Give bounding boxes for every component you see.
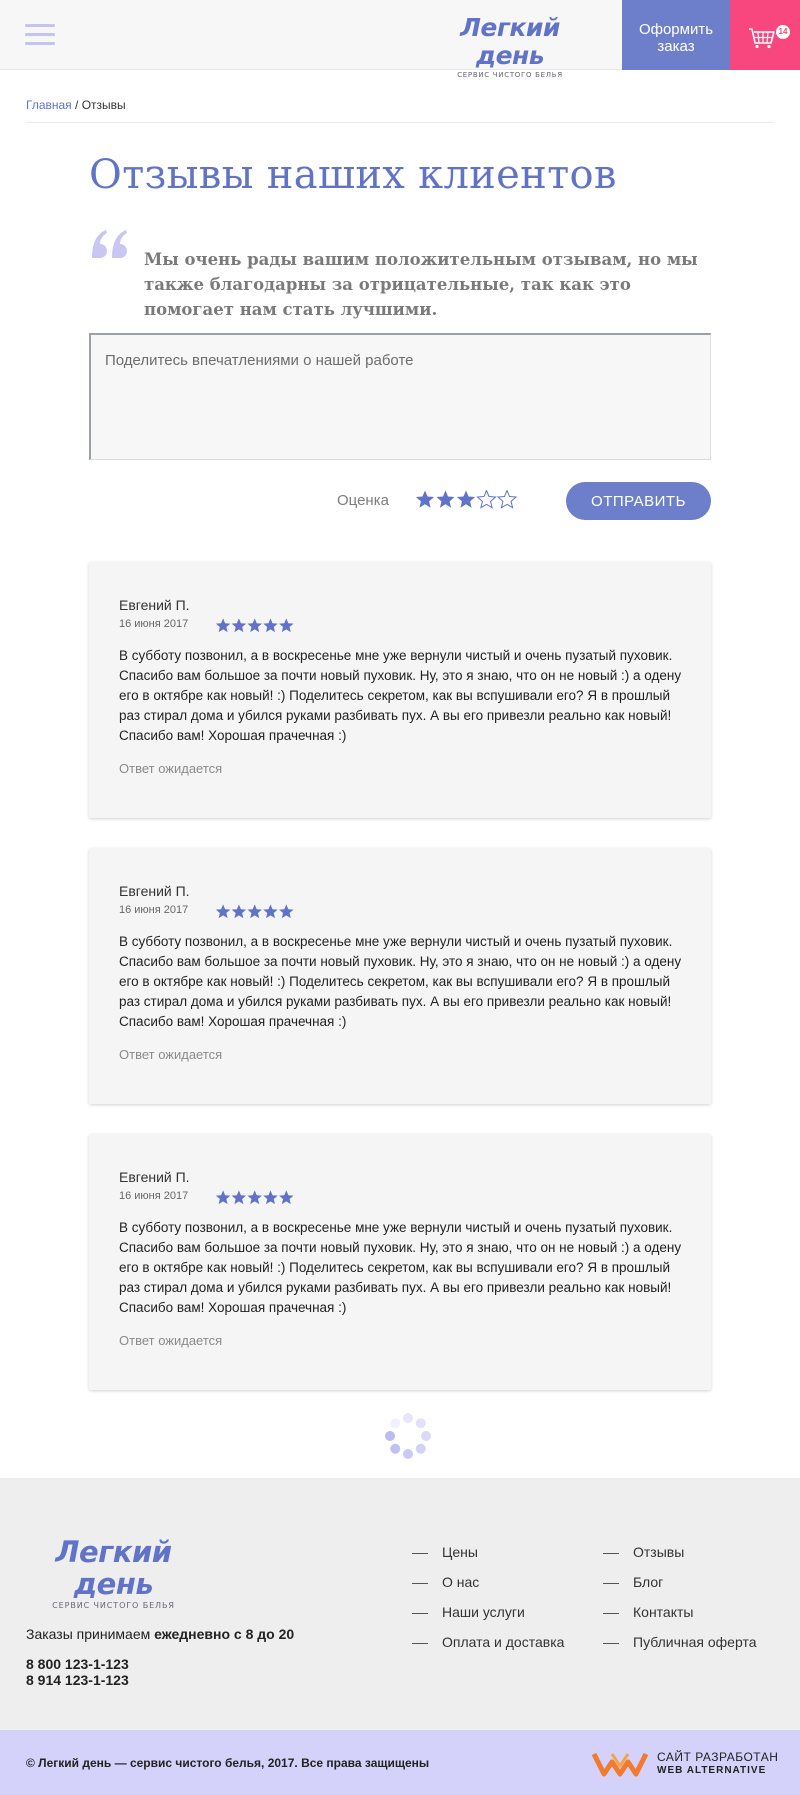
spinner-dot: [415, 1418, 426, 1429]
review-card: Евгений П. 16 июня 2017 В субботу позвон…: [89, 1134, 711, 1390]
footer-nav-col1: Цены О нас Наши услуги Оплата и доставка: [412, 1544, 564, 1664]
hamburger-icon[interactable]: [25, 24, 55, 46]
review-card: Евгений П. 16 июня 2017 В субботу позвон…: [89, 562, 711, 818]
star-filled-icon: [247, 618, 262, 633]
review-text: В субботу позвонил, а в воскресенье мне …: [119, 1220, 682, 1315]
star-filled-icon: [247, 904, 262, 919]
star-filled-icon: [215, 904, 231, 919]
logo-subtitle: СЕРВИС ЧИСТОГО БЕЛЬЯ: [457, 71, 563, 79]
footer-link-public-offer[interactable]: Публичная оферта: [603, 1634, 757, 1664]
breadcrumb-home-link[interactable]: Главная: [26, 98, 72, 112]
star-filled-icon: [231, 618, 247, 633]
phone-number[interactable]: 8 800 123-1-123: [26, 1656, 129, 1672]
submit-review-button[interactable]: ОТПРАВИТЬ: [566, 482, 711, 520]
breadcrumb-divider: [26, 122, 774, 123]
footer-link-services[interactable]: Наши услуги: [412, 1604, 564, 1634]
footer-link-payment-delivery[interactable]: Оплата и доставка: [412, 1634, 564, 1664]
review-author: Евгений П.: [119, 597, 190, 613]
star-filled-icon: [215, 618, 231, 633]
logo-title: Легкий день: [460, 13, 560, 70]
web-alternative-logo-icon[interactable]: [592, 1750, 648, 1778]
star-filled-icon: [263, 904, 278, 919]
star-filled-icon: [279, 618, 294, 633]
footer-nav-col2: Отзывы Блог Контакты Публичная оферта: [603, 1544, 757, 1664]
quote-icon: [92, 230, 127, 258]
review-textarea[interactable]: [89, 333, 711, 460]
review-rating-stars: [215, 1190, 294, 1205]
star-filled-icon: [279, 904, 294, 919]
footer-order-hours: Заказы принимаем ежедневно с 8 до 20: [26, 1626, 294, 1642]
breadcrumb-separator: /: [71, 98, 82, 112]
spinner-dot: [403, 1413, 413, 1423]
developer-credit[interactable]: САЙТ РАЗРАБОТАН WEB ALTERNATIVE: [657, 1750, 778, 1778]
spinner-dot: [403, 1449, 413, 1459]
review-status: Ответ ожидается: [119, 1333, 223, 1348]
site-logo[interactable]: Легкий день СЕРВИС ЧИСТОГО БЕЛЬЯ: [435, 13, 585, 80]
footer-link-blog[interactable]: Блог: [603, 1574, 757, 1604]
star-empty-icon[interactable]: [496, 490, 518, 509]
review-status: Ответ ожидается: [119, 1047, 223, 1062]
footer-logo-title: Легкий день: [55, 1535, 172, 1601]
spinner-dot: [385, 1431, 395, 1441]
star-filled-icon: [231, 904, 247, 919]
review-date: 16 июня 2017: [119, 618, 189, 630]
rating-stars-input[interactable]: [415, 490, 519, 510]
star-filled-icon[interactable]: [415, 490, 435, 508]
phone-number[interactable]: 8 914 123-1-123: [26, 1672, 129, 1688]
star-filled-icon: [247, 1190, 262, 1205]
star-filled-icon: [263, 618, 278, 633]
developer-credit-line2: WEB ALTERNATIVE: [657, 1765, 767, 1776]
spinner-dot: [415, 1443, 426, 1454]
review-status: Ответ ожидается: [119, 761, 223, 776]
copyright-text: © Легкий день — сервис чистого белья, 20…: [26, 1756, 430, 1770]
developer-credit-line1: САЙТ РАЗРАБОТАН: [657, 1750, 779, 1764]
order-button[interactable]: Оформить заказ: [622, 0, 730, 70]
review-text: В субботу позвонил, а в воскресенье мне …: [119, 934, 682, 1029]
site-header: Легкий день СЕРВИС ЧИСТОГО БЕЛЬЯ Оформит…: [0, 0, 800, 79]
footer-link-contacts[interactable]: Контакты: [603, 1604, 757, 1634]
cart-button[interactable]: 14: [730, 0, 800, 70]
review-rating-stars: [215, 618, 294, 633]
review-text: В субботу позвонил, а в воскресенье мне …: [119, 648, 682, 743]
star-filled-icon: [279, 1190, 294, 1205]
order-hours-value: ежедневно с 8 до 20: [154, 1626, 295, 1642]
review-rating-stars: [215, 904, 294, 919]
footer-logo-subtitle: СЕРВИС ЧИСТОГО БЕЛЬЯ: [52, 1601, 175, 1610]
review-author: Евгений П.: [119, 883, 190, 899]
footer-link-prices[interactable]: Цены: [412, 1544, 564, 1574]
footer-phones: 8 800 123-1-123 8 914 123-1-123: [26, 1656, 129, 1688]
review-author: Евгений П.: [119, 1169, 190, 1185]
order-hours-prefix: Заказы принимаем: [26, 1626, 155, 1642]
star-filled-icon[interactable]: [456, 490, 476, 508]
review-date: 16 июня 2017: [119, 1190, 189, 1202]
spinner-dot: [390, 1443, 401, 1454]
star-filled-icon: [215, 1190, 231, 1205]
star-filled-icon[interactable]: [436, 490, 455, 508]
order-button-line1: Оформить: [638, 21, 714, 38]
footer-bottom-bar: © Легкий день — сервис чистого белья, 20…: [0, 1730, 800, 1795]
footer-link-reviews[interactable]: Отзывы: [603, 1544, 757, 1574]
breadcrumb: Главная / Отзывы: [26, 98, 126, 112]
order-button-line2: заказ: [657, 38, 695, 55]
basket-icon: [749, 28, 775, 49]
site-footer: Легкий день СЕРВИС ЧИСТОГО БЕЛЬЯ Заказы …: [0, 1478, 800, 1730]
cart-count-badge: 14: [776, 25, 790, 39]
page-title: Отзывы наших клиентов: [89, 152, 617, 198]
review-card: Евгений П. 16 июня 2017 В субботу позвон…: [89, 848, 711, 1104]
star-filled-icon: [231, 1190, 247, 1205]
star-filled-icon: [263, 1190, 278, 1205]
intro-quote: Мы очень рады вашим положительным отзыва…: [144, 250, 698, 319]
footer-link-about[interactable]: О нас: [412, 1574, 564, 1604]
breadcrumb-current: Отзывы: [81, 98, 126, 112]
footer-logo[interactable]: Легкий день СЕРВИС ЧИСТОГО БЕЛЬЯ: [26, 1536, 201, 1610]
rating-label: Оценка: [337, 492, 389, 509]
review-date: 16 июня 2017: [119, 904, 189, 916]
spinner-dot: [421, 1431, 431, 1441]
loading-spinner-icon: [385, 1413, 431, 1459]
star-empty-icon[interactable]: [476, 490, 497, 509]
spinner-dot: [390, 1418, 401, 1429]
